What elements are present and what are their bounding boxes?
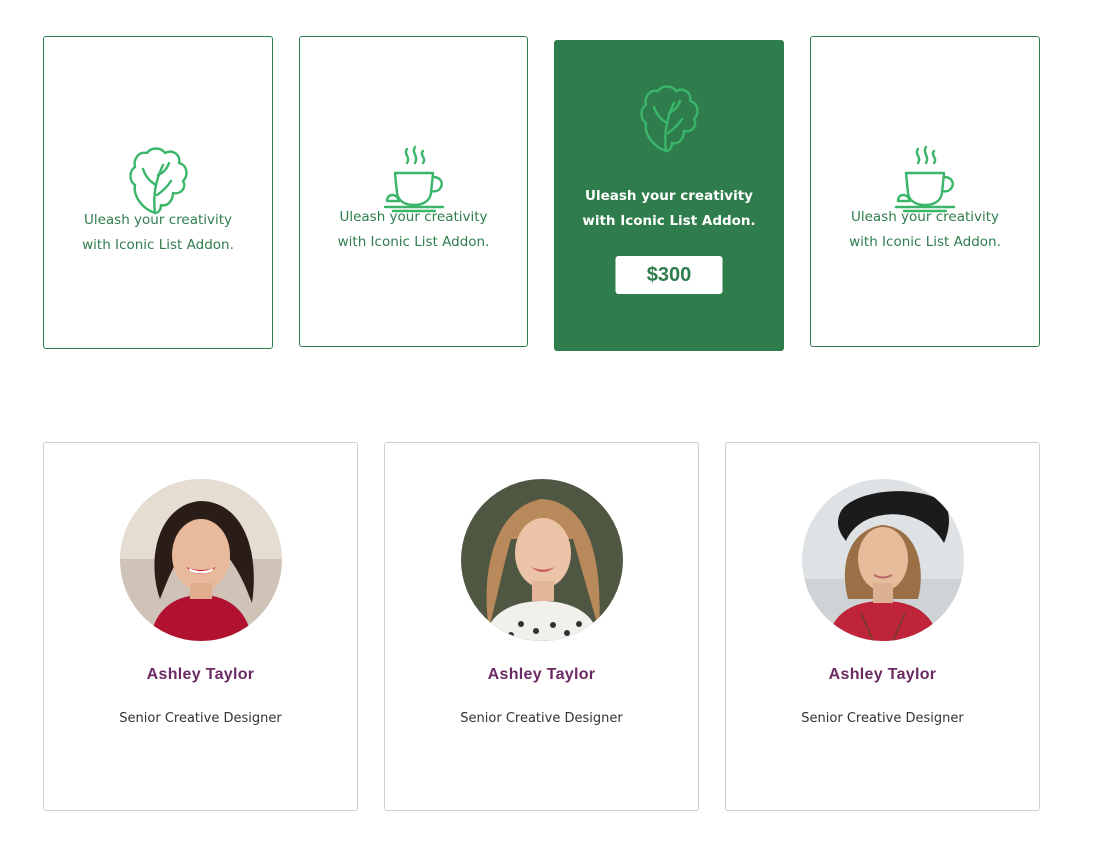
team-card[interactable]: Ashley Taylor Senior Creative Designer xyxy=(384,442,699,811)
card-text-line2: with Iconic List Addon. xyxy=(582,213,756,229)
member-name: Ashley Taylor xyxy=(487,666,596,683)
card-text-line2: with Iconic List Addon. xyxy=(849,234,1001,250)
lettuce-icon xyxy=(125,145,191,217)
member-role: Senior Creative Designer xyxy=(801,711,964,726)
card-text-line1: Uleash your creativity xyxy=(339,209,488,225)
card-text-line1: Uleash your creativity xyxy=(585,188,753,204)
feature-card[interactable]: Uleash your creativity with Iconic List … xyxy=(43,36,273,349)
avatar xyxy=(801,479,964,641)
card-text-line2: with Iconic List Addon. xyxy=(337,234,490,250)
lettuce-icon xyxy=(636,83,702,155)
card-text-line1: Uleash your creativity xyxy=(83,212,233,228)
member-name: Ashley Taylor xyxy=(146,666,255,683)
avatar xyxy=(460,479,623,641)
feature-card[interactable]: Uleash your creativity with Iconic List … xyxy=(299,36,528,347)
feature-card[interactable]: Uleash your creativity with Iconic List … xyxy=(810,36,1040,347)
price-button[interactable]: $300 xyxy=(615,256,723,294)
card-text-line1: Uleash your creativity xyxy=(850,209,1000,225)
team-card[interactable]: Ashley Taylor Senior Creative Designer xyxy=(43,442,358,811)
avatar xyxy=(119,479,282,641)
member-role: Senior Creative Designer xyxy=(119,711,282,726)
member-role: Senior Creative Designer xyxy=(460,711,623,726)
member-name: Ashley Taylor xyxy=(828,666,937,683)
feature-card-active[interactable]: Uleash your creativity with Iconic List … xyxy=(554,40,784,351)
team-card[interactable]: Ashley Taylor Senior Creative Designer xyxy=(725,442,1040,811)
card-text-line2: with Iconic List Addon. xyxy=(82,237,234,253)
